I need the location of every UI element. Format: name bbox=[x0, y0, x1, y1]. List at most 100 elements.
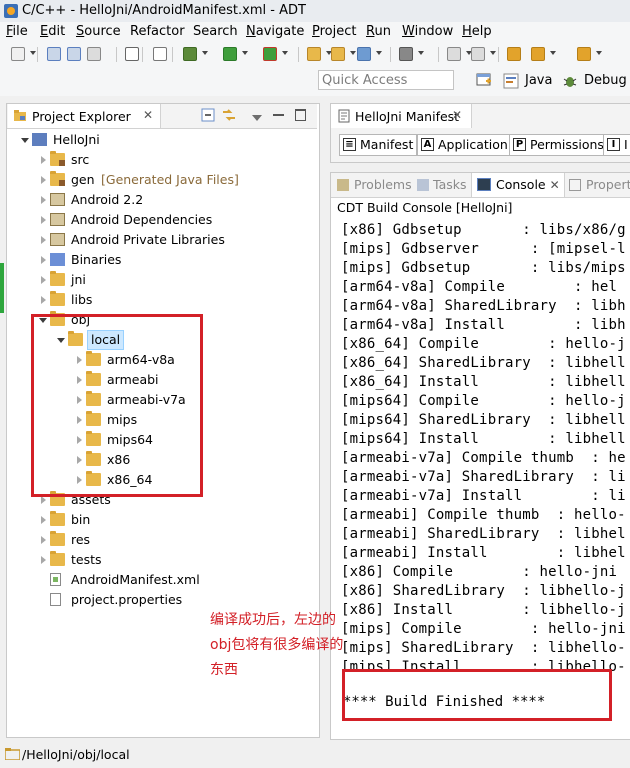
prev-annotation-icon[interactable] bbox=[470, 46, 486, 62]
console-line: [armeabi] Compile thumb : hello- bbox=[341, 507, 626, 523]
tree-item[interactable]: Android Dependencies bbox=[7, 210, 317, 230]
tree-item[interactable]: bin bbox=[7, 510, 317, 530]
save-all-icon[interactable] bbox=[66, 46, 82, 62]
collapsed-arrow-icon[interactable] bbox=[41, 176, 46, 184]
collapsed-arrow-icon[interactable] bbox=[41, 236, 46, 244]
open-type-icon[interactable] bbox=[330, 46, 346, 62]
pen-icon[interactable] bbox=[398, 46, 414, 62]
tree-item[interactable]: jni bbox=[7, 270, 317, 290]
binary-icon[interactable] bbox=[124, 46, 140, 62]
menu-source[interactable]: Source bbox=[76, 24, 121, 39]
status-bar: /HelloJni/obj/local bbox=[0, 742, 630, 768]
chevron-down-icon[interactable] bbox=[490, 51, 496, 55]
forward-icon[interactable] bbox=[576, 46, 592, 62]
project-explorer-tab[interactable]: Project Explorer ✕ bbox=[8, 104, 161, 128]
back-icon[interactable] bbox=[506, 46, 522, 62]
toolbar-separator bbox=[37, 47, 38, 62]
collapsed-arrow-icon[interactable] bbox=[41, 156, 46, 164]
next-annotation-icon[interactable] bbox=[446, 46, 462, 62]
tree-item[interactable]: tests bbox=[7, 550, 317, 570]
expanded-arrow-icon[interactable] bbox=[21, 138, 29, 143]
tab-console-label: Console bbox=[496, 177, 546, 192]
menu-window[interactable]: Window bbox=[402, 24, 453, 39]
console-line: [armeabi] SharedLibrary : libhel bbox=[341, 526, 626, 542]
run-external-icon[interactable] bbox=[262, 46, 278, 62]
close-icon[interactable]: ✕ bbox=[550, 178, 560, 192]
collapsed-arrow-icon[interactable] bbox=[41, 216, 46, 224]
collapsed-arrow-icon[interactable] bbox=[41, 196, 46, 204]
menu-run[interactable]: Run bbox=[366, 24, 391, 39]
collapsed-arrow-icon[interactable] bbox=[41, 296, 46, 304]
run-icon[interactable] bbox=[222, 46, 238, 62]
tree-item[interactable]: Android Private Libraries bbox=[7, 230, 317, 250]
menu-help[interactable]: Help bbox=[462, 24, 492, 39]
project-icon bbox=[32, 133, 47, 146]
console-tab-bar: Problems Tasks Console ✕ Properti bbox=[331, 173, 630, 198]
new-project-icon[interactable] bbox=[306, 46, 322, 62]
view-menu-icon[interactable] bbox=[251, 110, 263, 125]
tab-properties[interactable]: Properti bbox=[569, 177, 630, 192]
manifest-file-icon bbox=[338, 109, 350, 123]
collapsed-arrow-icon[interactable] bbox=[41, 556, 46, 564]
new-icon[interactable] bbox=[10, 46, 26, 62]
console-output[interactable]: [x86] Gdbsetup : libs/x86/g [mips] Gdbser… bbox=[341, 221, 630, 671]
tree-item[interactable]: src bbox=[7, 150, 317, 170]
page-tab-manifest[interactable]: ≡ Manifest bbox=[339, 134, 418, 156]
maximize-icon[interactable] bbox=[295, 109, 306, 121]
print-icon[interactable] bbox=[86, 46, 102, 62]
collapsed-arrow-icon[interactable] bbox=[41, 256, 46, 264]
tab-tasks[interactable]: Tasks bbox=[417, 177, 467, 192]
menu-search[interactable]: Search bbox=[193, 24, 238, 39]
menu-edit[interactable]: Edit bbox=[40, 24, 65, 39]
close-icon[interactable]: ✕ bbox=[143, 108, 153, 122]
tree-item[interactable]: gen [Generated Java Files] bbox=[7, 170, 317, 190]
tree-item[interactable]: res bbox=[7, 530, 317, 550]
tab-console[interactable]: Console ✕ bbox=[477, 177, 560, 192]
toggle-icon-glyph bbox=[153, 47, 167, 61]
chevron-down-icon[interactable] bbox=[242, 51, 248, 55]
tree-item[interactable]: Binaries bbox=[7, 250, 317, 270]
link-with-editor-icon[interactable] bbox=[221, 108, 237, 125]
quick-access-input[interactable]: Quick Access bbox=[318, 70, 454, 90]
page-tab-permissions[interactable]: P Permissions bbox=[509, 134, 608, 156]
menu-navigate[interactable]: Navigate bbox=[246, 24, 304, 39]
back-nav-icon[interactable] bbox=[530, 46, 546, 62]
chevron-down-icon[interactable] bbox=[30, 51, 36, 55]
package-folder-icon bbox=[50, 171, 65, 186]
chevron-down-icon[interactable] bbox=[282, 51, 288, 55]
tree-item[interactable]: project.properties bbox=[7, 590, 317, 610]
page-tab-application[interactable]: A Application bbox=[417, 134, 512, 156]
collapsed-arrow-icon[interactable] bbox=[41, 536, 46, 544]
console-line: [mips64] Compile : hello-j bbox=[341, 393, 626, 409]
close-icon[interactable]: ✕ bbox=[452, 108, 462, 122]
open-perspective-icon[interactable] bbox=[476, 72, 492, 88]
tasks-icon bbox=[417, 179, 429, 191]
collapsed-arrow-icon[interactable] bbox=[41, 496, 46, 504]
editor-tab-manifest[interactable]: HelloJni Manifest ✕ bbox=[331, 104, 472, 128]
tree-item[interactable]: AndroidManifest.xml bbox=[7, 570, 317, 590]
page-tab-i[interactable]: II bbox=[603, 134, 630, 156]
minimize-icon[interactable] bbox=[273, 114, 284, 116]
tab-problems[interactable]: Problems bbox=[337, 177, 412, 192]
collapsed-arrow-icon[interactable] bbox=[41, 276, 46, 284]
collapsed-arrow-icon[interactable] bbox=[41, 516, 46, 524]
menu-refactor[interactable]: Refactor bbox=[130, 24, 185, 39]
save-icon[interactable] bbox=[46, 46, 62, 62]
back-nav-icon-glyph bbox=[531, 47, 545, 61]
tree-item[interactable]: libs bbox=[7, 290, 317, 310]
menu-project[interactable]: Project bbox=[312, 24, 357, 39]
chevron-down-icon[interactable] bbox=[202, 51, 208, 55]
next-annotation-icon-glyph bbox=[447, 47, 461, 61]
collapse-all-icon[interactable] bbox=[201, 108, 215, 125]
search-icon[interactable] bbox=[356, 46, 372, 62]
chevron-down-icon[interactable] bbox=[376, 51, 382, 55]
tree-item[interactable]: Android 2.2 bbox=[7, 190, 317, 210]
chevron-down-icon[interactable] bbox=[596, 51, 602, 55]
debug-icon[interactable] bbox=[182, 46, 198, 62]
chevron-down-icon[interactable] bbox=[550, 51, 556, 55]
chevron-down-icon[interactable] bbox=[418, 51, 424, 55]
console-line: [mips64] Install : libhell bbox=[341, 431, 626, 447]
toggle-icon[interactable] bbox=[152, 46, 168, 62]
menu-file[interactable]: File bbox=[6, 24, 28, 39]
tree-item[interactable]: HelloJni bbox=[7, 130, 317, 150]
